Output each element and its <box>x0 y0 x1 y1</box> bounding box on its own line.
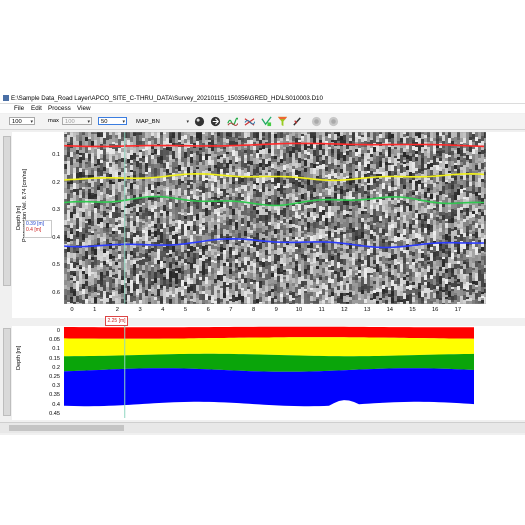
funnel-icon[interactable] <box>277 116 288 127</box>
cursor-position-label: 2.25 [m] <box>105 316 128 326</box>
radargram-x-tick: 10 <box>295 307 303 313</box>
chevron-down-icon: ▾ <box>186 119 189 125</box>
layer-icon[interactable] <box>311 116 322 127</box>
radargram-x-tick: 2 <box>115 307 119 313</box>
pick-icon[interactable] <box>261 116 272 127</box>
radargram-x-tick: 16 <box>431 307 439 313</box>
max-label: max <box>48 118 59 124</box>
layer-y-tick: 0.45 <box>49 410 60 417</box>
menu-edit[interactable]: Edit <box>31 104 42 113</box>
radargram-y-tick: 0.4 <box>52 234 60 241</box>
colormap-value: MAP_BN <box>136 119 160 125</box>
blue-layer[interactable] <box>64 368 474 407</box>
menu-bar: File Edit Process View <box>0 104 525 113</box>
chevron-down-icon: ▾ <box>122 119 125 125</box>
wave-icon[interactable] <box>227 116 238 127</box>
left-tool-strip[interactable] <box>3 136 11 286</box>
colormap-select[interactable]: MAP_BN ▾ <box>133 117 191 125</box>
zoom-select[interactable]: 100 ▾ <box>9 117 35 125</box>
radargram-x-tick: 11 <box>318 307 325 313</box>
layer2-icon[interactable] <box>328 116 339 127</box>
radargram-x-tick: 5 <box>183 307 188 313</box>
radargram-y-tick: 0.2 <box>52 179 60 186</box>
window-title: E:\Sample Data_Road Layer\APCO_SITE_C-TH… <box>11 95 323 102</box>
application-window: E:\Sample Data_Road Layer\APCO_SITE_C-TH… <box>0 94 525 435</box>
radargram-x-tick: 6 <box>206 307 210 313</box>
menu-file[interactable]: File <box>14 104 24 113</box>
filter-globe-icon[interactable] <box>194 116 205 127</box>
radargram-image[interactable] <box>64 132 486 304</box>
cross-wave-icon[interactable] <box>244 116 255 127</box>
radargram-x-tick: 13 <box>363 307 371 313</box>
zoom-value: 100 <box>12 119 22 125</box>
max-value: 100 <box>65 119 75 125</box>
radargram-x-tick: 3 <box>138 307 142 313</box>
radargram-x-tick: 9 <box>274 307 278 313</box>
layer-depth-axis-label: Depth [m] <box>16 345 22 370</box>
red-layer[interactable] <box>64 326 474 339</box>
layer-y-tick: 0.4 <box>52 401 60 408</box>
radar-texture <box>64 132 486 304</box>
gain-select[interactable]: 50 ▾ <box>98 117 127 125</box>
app-icon <box>3 95 9 101</box>
radargram-x-tick: 1 <box>93 307 97 313</box>
radargram-x-tick: 0 <box>70 307 74 313</box>
radargram-x-tick: 15 <box>409 307 416 313</box>
menu-view[interactable]: View <box>77 104 91 113</box>
radargram-x-tick: 14 <box>386 307 394 313</box>
gain-value: 50 <box>101 119 108 125</box>
layer-y-tick: 0 <box>56 328 60 334</box>
layer-y-tick: 0.2 <box>52 364 60 371</box>
layer-y-tick: 0.3 <box>52 383 60 390</box>
radargram-x-tick: 7 <box>229 307 233 313</box>
radargram-y-tick: 0.1 <box>52 152 60 158</box>
cursor-depth-2: 0.4 [m] <box>26 227 42 233</box>
max-select[interactable]: 100 ▾ <box>62 117 92 125</box>
radargram-x-tick: 8 <box>251 307 256 313</box>
toolbar: 100 ▾ max 100 ▾ 50 ▾ MAP_BN ▾ <box>0 114 525 130</box>
title-bar: E:\Sample Data_Road Layer\APCO_SITE_C-TH… <box>0 94 525 104</box>
scrollbar-thumb[interactable] <box>9 425 124 431</box>
left-tool-strip-2[interactable] <box>3 328 11 416</box>
yellow-layer[interactable] <box>64 337 474 357</box>
filter-arrow-icon[interactable] <box>210 116 221 127</box>
layer-plot-panel: Depth [m] 0 0.05 0.1 0.15 0.2 0.25 0.3 0.35 0.4 0… <box>12 326 525 420</box>
layer-y-tick: 0.1 <box>52 346 60 353</box>
radargram-x-tick: 4 <box>161 307 165 313</box>
radargram-y-tick: 0.3 <box>52 207 60 213</box>
radargram-panel: Depth [m] Propagation Vel. 8.74 [cm/ns] … <box>12 132 525 318</box>
layer-y-tick: 0.25 <box>49 374 60 380</box>
edit-icon[interactable] <box>292 116 303 127</box>
radargram-y-tick: 0.6 <box>52 289 60 296</box>
chevron-down-icon: ▾ <box>87 119 90 125</box>
radargram-x-tick: 12 <box>341 307 348 313</box>
horizontal-scrollbar[interactable] <box>0 422 525 433</box>
layer-plot[interactable] <box>64 326 474 418</box>
chevron-down-icon: ▾ <box>30 119 33 125</box>
layer-y-tick: 0.35 <box>49 392 60 399</box>
layer-y-tick: 0.15 <box>49 355 60 362</box>
menu-process[interactable]: Process <box>48 104 71 113</box>
radargram-y-tick: 0.5 <box>52 262 60 268</box>
layer-y-tick: 0.05 <box>49 337 60 344</box>
radargram-x-tick: 17 <box>454 307 462 313</box>
